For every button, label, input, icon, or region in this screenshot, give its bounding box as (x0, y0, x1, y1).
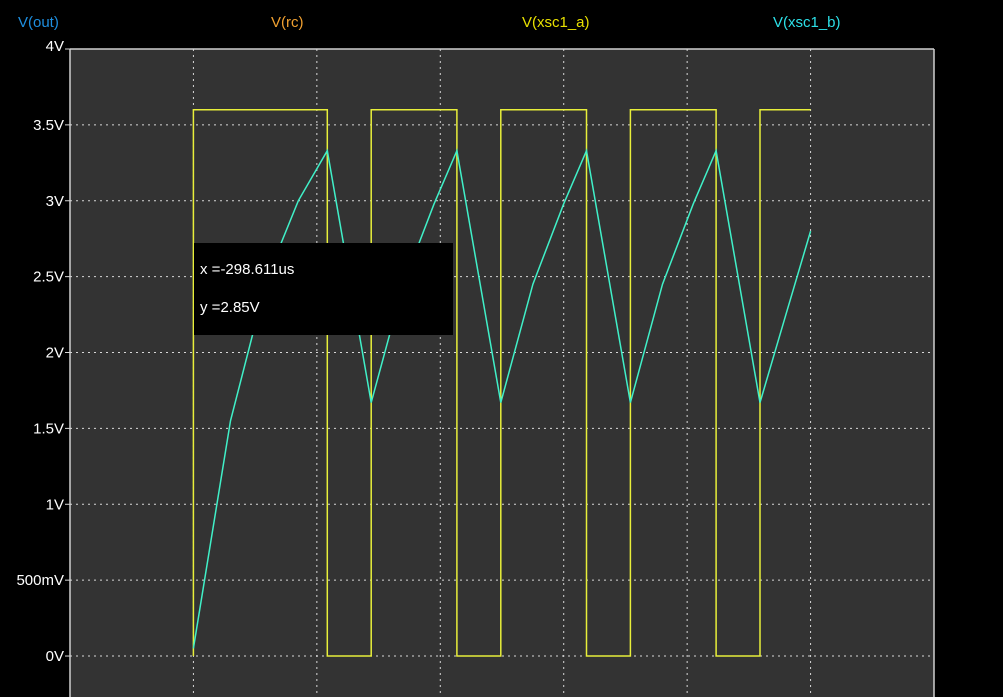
y-tick-label: 1V (46, 496, 64, 513)
plot-area (70, 49, 934, 697)
y-tick-label: 3.5V (33, 117, 64, 134)
y-tick-label: 2V (46, 345, 64, 362)
y-tick-label: 1.5V (33, 420, 64, 437)
cursor-y-label: y = (200, 299, 221, 316)
cursor-x-label: x = (200, 261, 221, 278)
y-tick-label: 3V (46, 193, 64, 210)
y-tick-label: 500mV (16, 572, 64, 589)
y-tick-label: 4V (46, 38, 64, 55)
y-tick-label: 0V (46, 648, 64, 665)
cursor-y-row: y = 2.85V (200, 299, 260, 316)
cursor-x-value: -298.611us (220, 261, 295, 278)
cursor-readout-box: x = -298.611us y = 2.85V (194, 243, 453, 335)
cursor-y-value: 2.85V (220, 299, 260, 316)
y-tick-label: 2.5V (33, 269, 64, 286)
waveform-plot[interactable]: 4V 3.5V 3V 2.5V 2V 1.5V 1V 500mV 0V (0, 0, 1003, 697)
cursor-x-row: x = -298.611us (200, 261, 294, 278)
